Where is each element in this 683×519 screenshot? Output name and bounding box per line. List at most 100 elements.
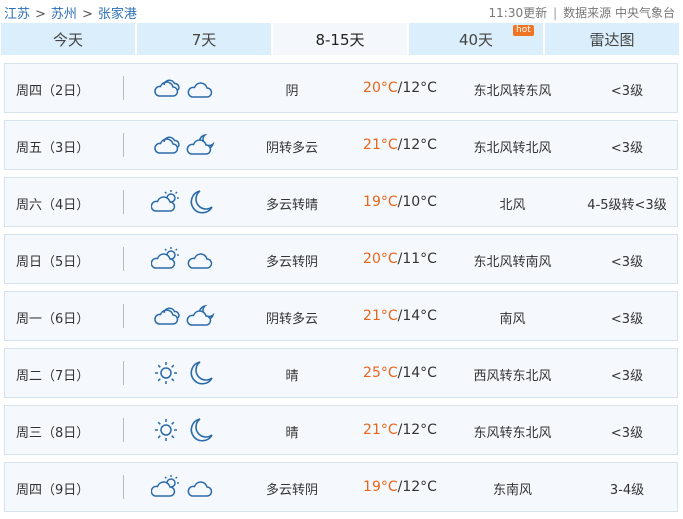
breadcrumb-separator: > <box>35 7 46 22</box>
forecast-list: 周四（2日）阴 20°C/12°C 东北风转东风 <3级 周五（3日） 阴转多云 21°C/… <box>4 63 678 519</box>
day-label: 周六（4日） <box>16 198 90 213</box>
day-label: 周五（3日） <box>16 141 90 156</box>
low-temp: /12°C <box>397 422 437 438</box>
high-temp: 19°C <box>363 479 398 495</box>
breadcrumb-district[interactable]: 张家港 <box>98 7 137 22</box>
temperature: 19°C/10°C <box>350 194 450 210</box>
tab-today[interactable]: 今天 <box>1 23 135 55</box>
wind-direction: 东北风转南风 <box>473 255 552 270</box>
day-label: 周二（7日） <box>16 369 90 384</box>
weather-description: 多云转阴 <box>265 255 318 270</box>
day-label: 周四（9日） <box>16 483 90 498</box>
row-divider <box>123 361 124 385</box>
tab-8-15-days[interactable]: 8-15天 <box>273 23 407 55</box>
tab-7-days[interactable]: 7天 <box>137 23 271 55</box>
day-label: 周三（8日） <box>16 426 90 441</box>
weather-description: 多云转阴 <box>265 483 318 498</box>
cloudy-icon <box>151 75 181 101</box>
forecast-row: 周四（2日） 阴 20°C/12°C 东北风转东风 <3级 <box>4 63 678 113</box>
day-label: 周一（6日） <box>16 312 90 327</box>
weather-description: 阴转多云 <box>265 141 318 156</box>
wind-direction: 西风转东北风 <box>473 369 552 384</box>
wind-level: <3级 <box>610 255 644 270</box>
meta-divider: | <box>553 6 558 20</box>
cloudy-night-icon <box>186 75 216 101</box>
breadcrumb-province[interactable]: 江苏 <box>4 7 30 22</box>
forecast-row: 周四（9日） 多云转阴 19°C/12°C 东南风 3-4级 <box>4 462 678 512</box>
tab-label: 今天 <box>52 30 83 49</box>
tab-radar[interactable]: 雷达图 <box>545 23 679 55</box>
temperature: 21°C/12°C <box>350 137 450 153</box>
wind-level: <3级 <box>610 84 644 99</box>
moon-icon <box>186 360 216 386</box>
tab-label: 雷达图 <box>589 30 635 49</box>
tab-label: 7天 <box>191 30 217 49</box>
moon-icon <box>186 417 216 443</box>
temperature: 21°C/14°C <box>350 308 450 324</box>
partly-cloudy-icon <box>150 246 181 272</box>
wind-level: 4-5级转<3级 <box>587 198 667 213</box>
wind-direction: 南风 <box>499 312 526 327</box>
tab-label: 40天 <box>458 30 494 49</box>
wind-direction: 东风转东北风 <box>473 426 552 441</box>
update-time: 11:30更新 <box>488 6 548 20</box>
data-source: 数据来源 中央气象台 <box>563 6 675 20</box>
temperature: 20°C/11°C <box>350 251 450 267</box>
high-temp: 20°C <box>363 80 398 96</box>
weather-description: 晴 <box>285 426 299 441</box>
wind-level: <3级 <box>610 312 644 327</box>
breadcrumb: 江苏 > 苏州 > 张家港 <box>4 3 137 22</box>
breadcrumb-separator: > <box>81 7 93 22</box>
forecast-row: 周一（6日） 阴转多云 21°C/14°C 南风 <3级 <box>4 291 678 341</box>
high-temp: 19°C <box>363 194 398 210</box>
forecast-row: 周三（8日） 晴 21°C/12°C 东风转东北风 <3级 <box>4 405 678 455</box>
forecast-row: 周六（4日） 多云转晴 19°C/10°C 北风 4-5级转<3级 <box>4 177 678 227</box>
partly-cloudy-icon <box>150 189 181 215</box>
wind-direction: 北风 <box>499 198 526 213</box>
row-divider <box>123 190 124 214</box>
wind-level: <3级 <box>610 369 644 384</box>
low-temp: /14°C <box>397 365 437 381</box>
temperature: 25°C/14°C <box>350 365 450 381</box>
day-label: 周四（2日） <box>16 84 90 99</box>
temperature: 19°C/12°C <box>350 479 450 495</box>
forecast-tabs: 今天 7天 8-15天 40天 hot 雷达图 <box>1 23 681 55</box>
hot-badge: hot <box>513 25 534 36</box>
cloudy-night-icon <box>186 246 216 272</box>
breadcrumb-city[interactable]: 苏州 <box>51 7 77 22</box>
low-temp: /11°C <box>397 251 437 267</box>
tab-40-days[interactable]: 40天 hot <box>409 23 543 55</box>
cloudy-night-icon <box>186 474 216 500</box>
low-temp: /12°C <box>397 479 437 495</box>
day-label: 周日（5日） <box>16 255 90 270</box>
wind-level: 3-4级 <box>609 483 645 498</box>
high-temp: 25°C <box>363 365 398 381</box>
forecast-row: 周二（7日） 晴 25°C/14°C 西风转东北风 <3级 <box>4 348 678 398</box>
partly-cloudy-icon <box>150 474 181 500</box>
forecast-row: 周日（5日） 多云转阴 20°C/11°C 东北风转南风 <3级 <box>4 234 678 284</box>
temperature: 20°C/12°C <box>350 80 450 96</box>
weather-description: 阴 <box>285 84 299 99</box>
wind-level: <3级 <box>610 426 644 441</box>
update-meta: 11:30更新 | 数据来源 中央气象台 <box>489 4 675 21</box>
weather-description: 阴转多云 <box>265 312 318 327</box>
low-temp: /12°C <box>397 80 437 96</box>
moon-icon <box>186 189 216 215</box>
high-temp: 21°C <box>363 308 398 324</box>
top-bar: 江苏 > 苏州 > 张家港 11:30更新 | 数据来源 中央气象台 <box>0 0 683 22</box>
partly-cloudy-night-icon <box>186 303 216 329</box>
forecast-row: 周五（3日） 阴转多云 21°C/12°C 东北风转北风 <3级 <box>4 120 678 170</box>
low-temp: /10°C <box>397 194 437 210</box>
wind-direction: 东南风 <box>492 483 532 498</box>
tab-label: 8-15天 <box>315 30 365 49</box>
weather-description: 晴 <box>285 369 299 384</box>
sun-icon <box>151 417 181 443</box>
row-divider <box>123 76 124 100</box>
row-divider <box>123 304 124 328</box>
row-divider <box>123 418 124 442</box>
sun-icon <box>151 360 181 386</box>
row-divider <box>123 133 124 157</box>
wind-direction: 东北风转北风 <box>473 141 552 156</box>
high-temp: 21°C <box>363 422 398 438</box>
wind-direction: 东北风转东风 <box>473 84 552 99</box>
